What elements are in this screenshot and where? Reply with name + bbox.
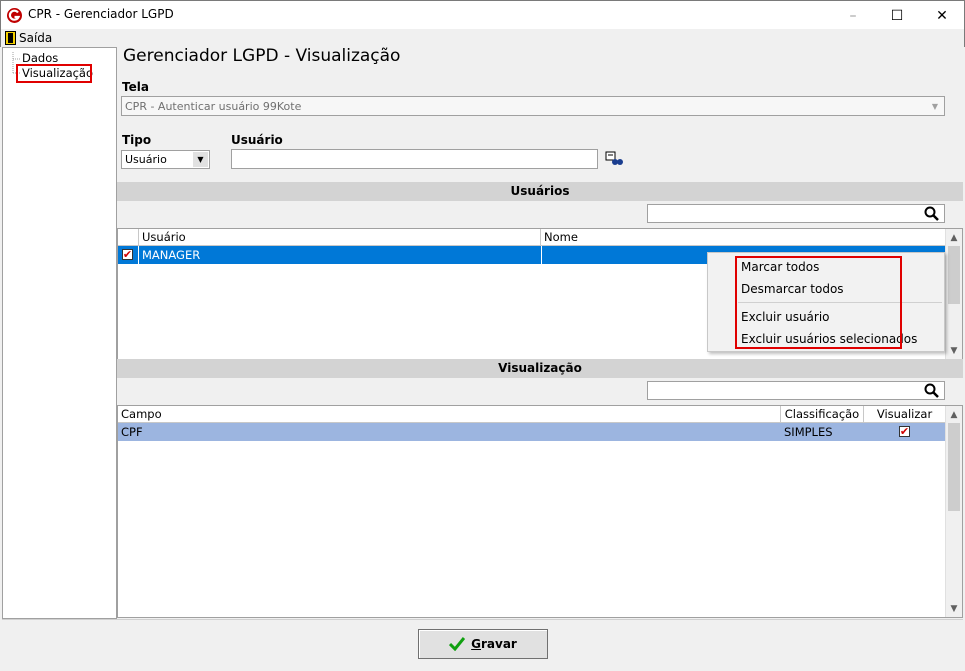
checkmark-icon: ✔ bbox=[122, 248, 133, 261]
menu-item-saida[interactable]: Saída bbox=[5, 30, 52, 46]
column-header-classificacao[interactable]: Classificação bbox=[781, 406, 864, 423]
scroll-thumb[interactable] bbox=[948, 246, 960, 304]
search-icon[interactable] bbox=[924, 383, 940, 399]
usuario-input[interactable] bbox=[231, 149, 598, 169]
scroll-down-icon[interactable]: ▼ bbox=[946, 600, 962, 617]
search-icon[interactable] bbox=[924, 206, 940, 222]
column-header-check bbox=[118, 229, 139, 246]
close-icon: ✕ bbox=[936, 7, 948, 24]
menu-bar: Saída bbox=[0, 29, 965, 47]
tela-select[interactable]: CPR - Autenticar usuário 99Kote ▼ bbox=[121, 96, 945, 116]
binoculars-search-icon[interactable] bbox=[605, 151, 623, 167]
maximize-icon: ☐ bbox=[890, 7, 904, 24]
cell-campo: CPF bbox=[121, 425, 143, 439]
usuarios-scrollbar[interactable]: ▲ ▼ bbox=[945, 229, 962, 359]
usuario-label: Usuário bbox=[231, 133, 283, 147]
tela-label: Tela bbox=[122, 80, 149, 94]
usuarios-search-input[interactable] bbox=[647, 204, 945, 223]
visualizacao-search-input[interactable] bbox=[647, 381, 945, 400]
title-bar: CPR - Gerenciador LGPD – ☐ ✕ bbox=[0, 0, 965, 29]
tree-item-dados[interactable]: Dados bbox=[19, 51, 61, 65]
maximize-button[interactable]: ☐ bbox=[874, 2, 920, 29]
scroll-up-icon[interactable]: ▲ bbox=[946, 229, 962, 246]
column-header-visualizar[interactable]: Visualizar bbox=[864, 406, 946, 423]
row-checkbox[interactable]: ✔ bbox=[122, 249, 133, 260]
checkmark-green-icon bbox=[449, 637, 466, 651]
gravar-label: Gravar bbox=[471, 637, 517, 651]
tela-select-value: CPR - Autenticar usuário 99Kote bbox=[125, 100, 302, 113]
column-header-usuario[interactable]: Usuário bbox=[139, 229, 541, 246]
page-title: Gerenciador LGPD - Visualização bbox=[123, 46, 401, 66]
chevron-down-icon[interactable]: ▼ bbox=[193, 152, 208, 167]
gravar-button[interactable]: Gravar bbox=[418, 629, 548, 659]
visualizacao-section-header: Visualização bbox=[117, 359, 963, 378]
exit-door-icon bbox=[5, 31, 16, 45]
app-logo-icon bbox=[7, 8, 22, 23]
tipo-select[interactable]: Usuário ▼ bbox=[121, 150, 210, 169]
scroll-thumb[interactable] bbox=[948, 423, 960, 511]
highlight-box-context-menu bbox=[735, 256, 902, 349]
usuarios-section-header: Usuários bbox=[117, 182, 963, 201]
navigation-tree: Dados Visualização bbox=[2, 47, 117, 619]
window-title: CPR - Gerenciador LGPD bbox=[28, 7, 174, 21]
tipo-label: Tipo bbox=[122, 133, 152, 147]
highlight-box-tree bbox=[16, 64, 92, 83]
cell-divider bbox=[541, 246, 542, 264]
cell-classificacao: SIMPLES bbox=[784, 425, 833, 439]
menu-saida-label: Saída bbox=[19, 31, 53, 45]
close-button[interactable]: ✕ bbox=[919, 2, 965, 29]
visualizacao-scrollbar[interactable]: ▲ ▼ bbox=[945, 406, 962, 617]
scroll-up-icon[interactable]: ▲ bbox=[946, 406, 962, 423]
table-row[interactable]: CPF SIMPLES ✔ bbox=[118, 423, 946, 441]
cell-usuario: MANAGER bbox=[142, 248, 201, 262]
tipo-select-value: Usuário bbox=[125, 153, 167, 166]
cell-divider bbox=[138, 246, 139, 264]
column-header-campo[interactable]: Campo bbox=[118, 406, 781, 423]
chevron-down-icon[interactable]: ▼ bbox=[927, 98, 943, 114]
scroll-down-icon[interactable]: ▼ bbox=[946, 342, 962, 359]
minimize-icon: – bbox=[849, 7, 857, 24]
visualizacao-grid: Campo Classificação Visualizar CPF SIMPL… bbox=[117, 405, 963, 618]
minimize-button[interactable]: – bbox=[830, 2, 876, 29]
column-header-nome[interactable]: Nome bbox=[541, 229, 946, 246]
checkmark-icon: ✔ bbox=[899, 425, 910, 438]
context-menu: Marcar todos Desmarcar todos Excluir usu… bbox=[707, 252, 945, 352]
visualizar-checkbox[interactable]: ✔ bbox=[899, 426, 910, 437]
